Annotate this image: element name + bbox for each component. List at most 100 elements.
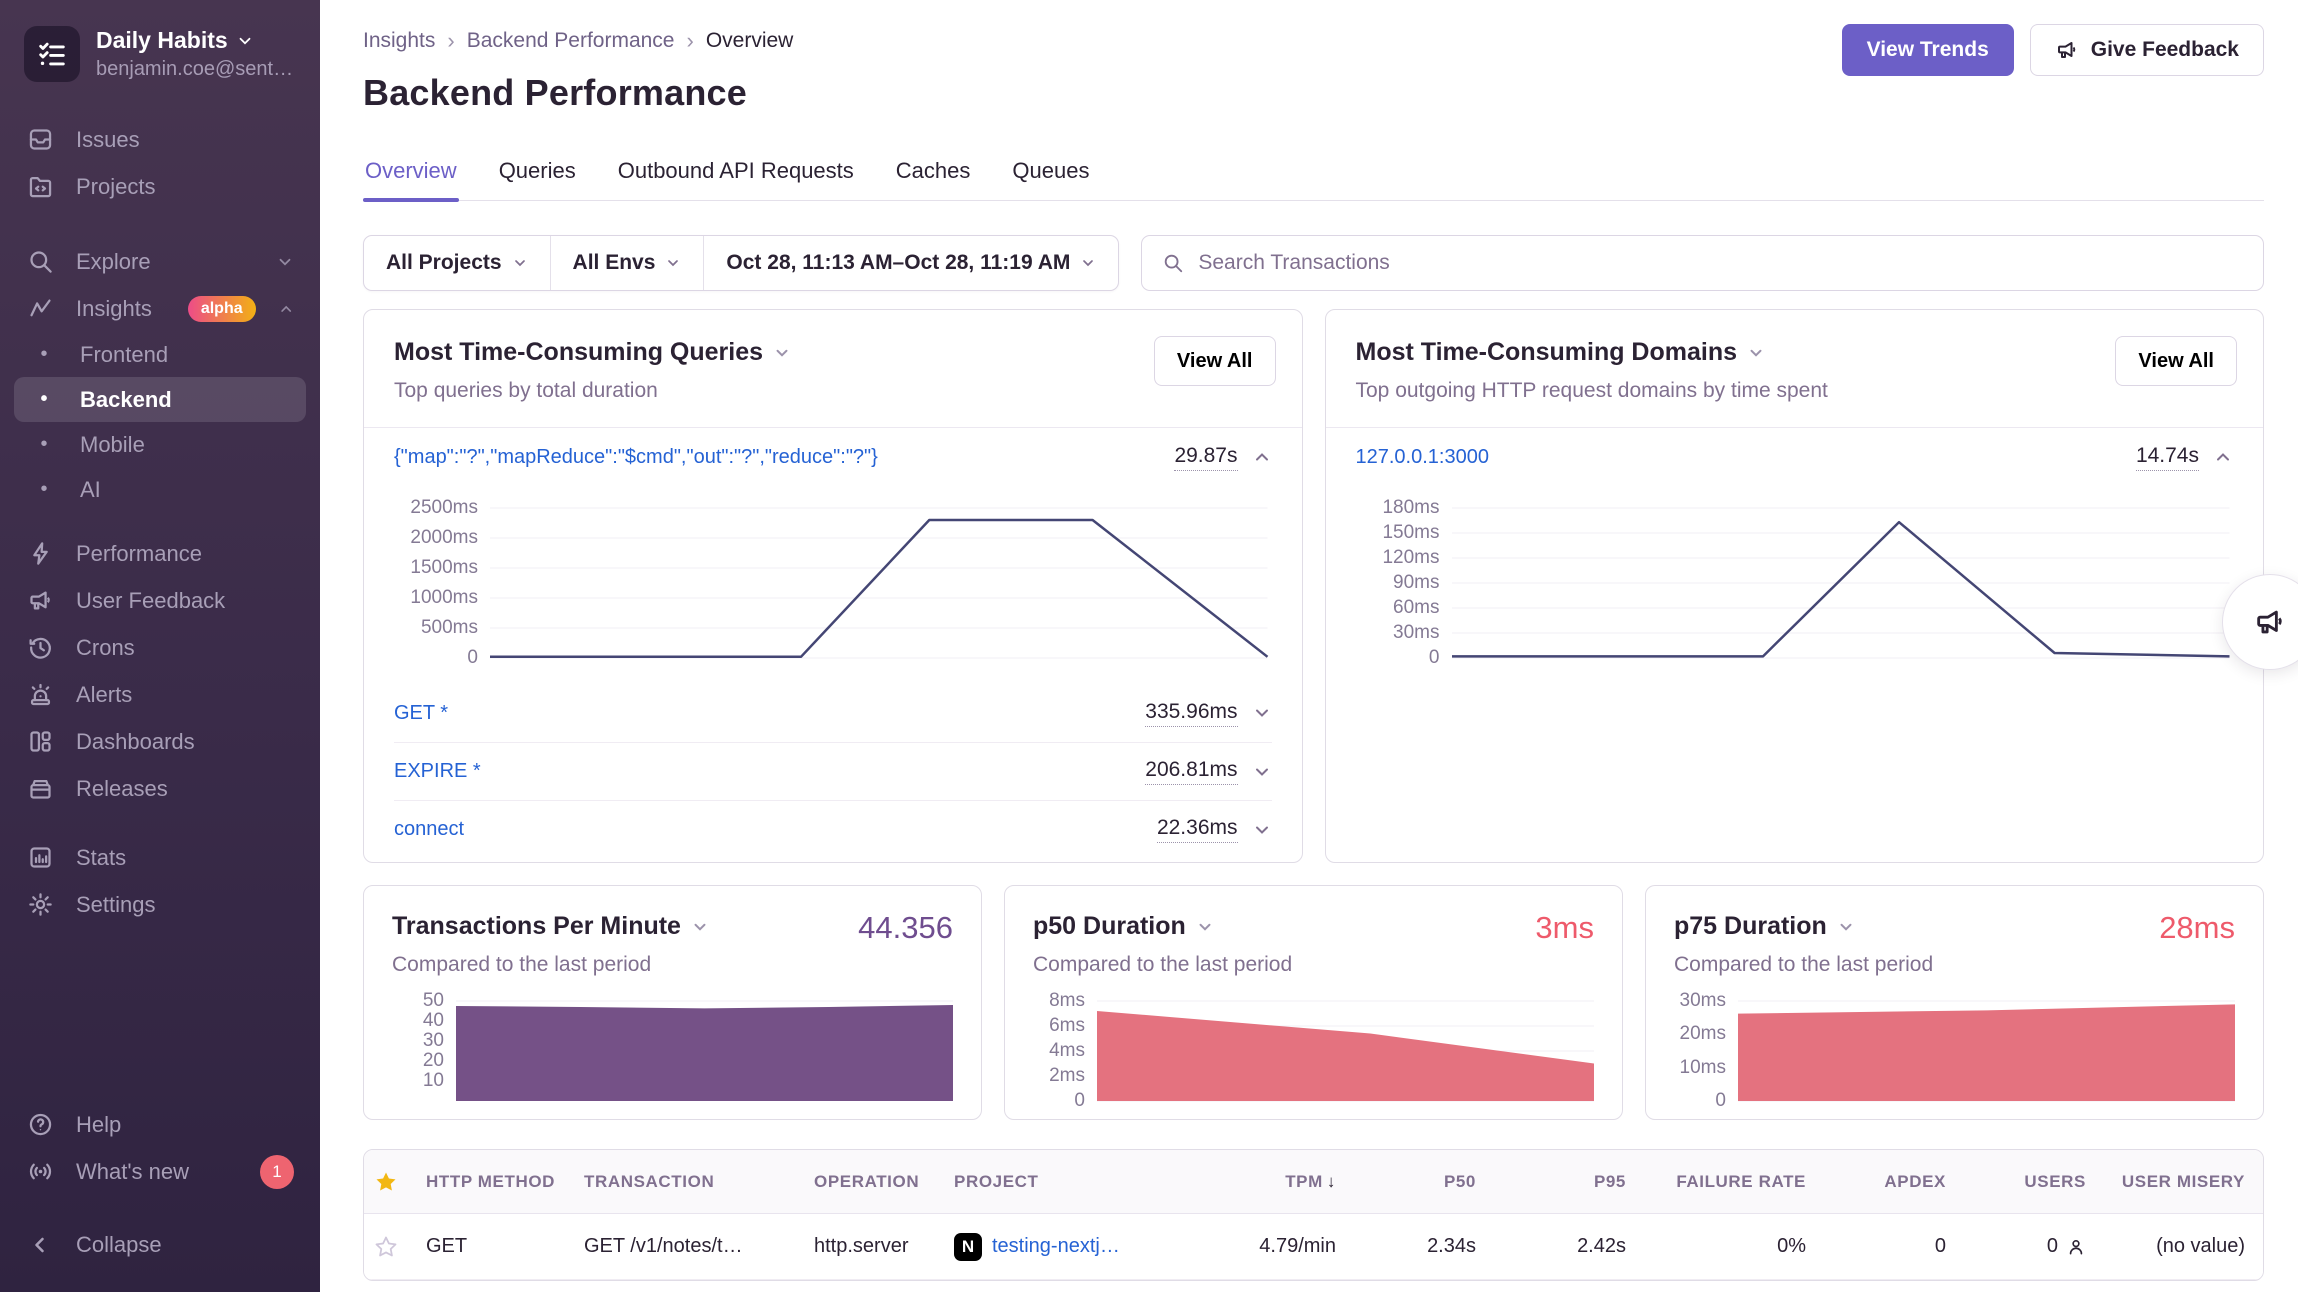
view-all-button[interactable]: View All <box>1154 336 1276 386</box>
transactions-table: HTTP METHOD TRANSACTION OPERATION PROJEC… <box>363 1149 2264 1281</box>
chevron-left-icon <box>26 1233 54 1257</box>
cell-apdex: 0 <box>1824 1235 1964 1258</box>
view-trends-label: View Trends <box>1867 38 1989 62</box>
chevron-up-icon[interactable] <box>2213 447 2233 467</box>
sidebar-item-releases[interactable]: Releases <box>0 765 320 812</box>
sidebar-item-whats-new[interactable]: What's new 1 <box>0 1148 320 1195</box>
sidebar-item-projects[interactable]: Projects <box>0 163 320 210</box>
domains-duration-chart: 180ms150ms120ms90ms60ms30ms0 <box>1356 508 2230 658</box>
clock-icon <box>26 634 54 661</box>
broadcast-icon <box>26 1158 54 1185</box>
chevron-down-icon[interactable] <box>1747 344 1765 362</box>
tpm-chart: 5040302010 <box>392 1001 953 1101</box>
col-users[interactable]: USERS <box>1964 1172 2104 1192</box>
sidebar-item-alerts[interactable]: Alerts <box>0 671 320 718</box>
chevron-down-icon[interactable] <box>691 918 709 936</box>
environment-filter-label: All Envs <box>573 251 656 275</box>
sidebar-item-dashboards[interactable]: Dashboards <box>0 718 320 765</box>
tab-outbound-api-requests[interactable]: Outbound API Requests <box>616 148 856 200</box>
sidebar-item-label: Insights <box>76 296 152 322</box>
col-project[interactable]: PROJECT <box>954 1172 1194 1192</box>
sidebar-item-label: Mobile <box>80 432 145 458</box>
star-outline-icon[interactable] <box>374 1235 398 1259</box>
tab-queries[interactable]: Queries <box>497 148 578 200</box>
tab-queues[interactable]: Queues <box>1010 148 1091 200</box>
col-tpm[interactable]: TPM↓ <box>1194 1172 1354 1192</box>
cell-operation: http.server <box>814 1235 954 1258</box>
bullet-icon: • <box>30 433 58 456</box>
col-user-misery[interactable]: USER MISERY <box>2104 1172 2263 1192</box>
sidebar-item-label: Dashboards <box>76 729 195 755</box>
star-icon[interactable] <box>374 1170 398 1194</box>
card-title: p50 Duration <box>1033 912 1186 941</box>
sidebar-item-label: Crons <box>76 635 135 661</box>
sidebar-item-insights[interactable]: Insights alpha <box>0 285 320 332</box>
chevron-down-icon[interactable] <box>1196 918 1214 936</box>
chevron-down-icon[interactable] <box>773 344 791 362</box>
sidebar-item-help[interactable]: Help <box>0 1101 320 1148</box>
sidebar-item-performance[interactable]: Performance <box>0 530 320 577</box>
view-trends-button[interactable]: View Trends <box>1842 24 2014 76</box>
sidebar-item-settings[interactable]: Settings <box>0 881 320 928</box>
cell-project-link[interactable]: testing-nextj… <box>992 1235 1120 1258</box>
col-http-method[interactable]: HTTP METHOD <box>426 1172 584 1192</box>
sidebar-item-mobile[interactable]: • Mobile <box>0 422 320 467</box>
view-all-button[interactable]: View All <box>2115 336 2237 386</box>
breadcrumb-insights[interactable]: Insights <box>363 29 435 53</box>
col-apdex[interactable]: APDEX <box>1824 1172 1964 1192</box>
transaction-search[interactable] <box>1141 235 2264 291</box>
query-link[interactable]: {"map":"?","mapReduce":"$cmd","out":"?",… <box>394 446 878 469</box>
breadcrumb-separator: › <box>686 28 693 54</box>
chevron-down-icon[interactable] <box>1837 918 1855 936</box>
environment-filter[interactable]: All Envs <box>550 236 704 290</box>
domain-link[interactable]: 127.0.0.1:3000 <box>1356 446 1489 469</box>
sort-desc-icon: ↓ <box>1327 1172 1336 1191</box>
query-duration: 22.36ms <box>1157 816 1238 843</box>
col-p95[interactable]: P95 <box>1494 1172 1644 1192</box>
cell-transaction-link[interactable]: GET /v1/notes/t… <box>584 1235 814 1258</box>
tab-overview[interactable]: Overview <box>363 148 459 200</box>
query-link[interactable]: GET * <box>394 702 448 725</box>
cell-tpm: 4.79/min <box>1194 1235 1354 1258</box>
main-content: Insights › Backend Performance › Overvie… <box>320 0 2298 1292</box>
tab-caches[interactable]: Caches <box>894 148 973 200</box>
sidebar-item-label: Projects <box>76 174 155 200</box>
search-icon <box>1162 252 1184 274</box>
project-filter[interactable]: All Projects <box>364 236 550 290</box>
sidebar-item-backend[interactable]: • Backend <box>14 377 306 422</box>
chevron-down-icon[interactable] <box>1252 762 1272 782</box>
bullet-icon: • <box>30 343 58 366</box>
col-transaction[interactable]: TRANSACTION <box>584 1172 814 1192</box>
breadcrumb-backend-performance[interactable]: Backend Performance <box>467 29 675 53</box>
sidebar-collapse-button[interactable]: Collapse <box>0 1221 320 1268</box>
query-link[interactable]: connect <box>394 818 464 841</box>
sidebar-item-explore[interactable]: Explore <box>0 238 320 285</box>
sidebar-item-ai[interactable]: • AI <box>0 467 320 512</box>
sidebar-item-stats[interactable]: Stats <box>0 834 320 881</box>
give-feedback-button[interactable]: Give Feedback <box>2030 24 2264 76</box>
tpm-value: 44.356 <box>858 910 953 946</box>
search-input[interactable] <box>1198 251 2243 275</box>
sidebar-item-label: Alerts <box>76 682 132 708</box>
col-p50[interactable]: P50 <box>1354 1172 1494 1192</box>
sidebar-item-frontend[interactable]: • Frontend <box>0 332 320 377</box>
chevron-down-icon[interactable] <box>1252 703 1272 723</box>
sidebar-item-label: Settings <box>76 892 156 918</box>
query-link[interactable]: EXPIRE * <box>394 760 481 783</box>
sidebar-item-label: AI <box>80 477 101 503</box>
sidebar-item-label: Explore <box>76 249 151 275</box>
cell-user-misery: (no value) <box>2104 1235 2263 1258</box>
sidebar-item-crons[interactable]: Crons <box>0 624 320 671</box>
col-failure-rate[interactable]: FAILURE RATE <box>1644 1172 1824 1192</box>
chevron-up-icon <box>278 300 294 318</box>
org-name: Daily Habits <box>96 27 228 54</box>
org-switcher[interactable]: Daily Habits benjamin.coe@sent… <box>0 26 320 82</box>
date-range-filter[interactable]: Oct 28, 11:13 AM–Oct 28, 11:19 AM <box>703 236 1118 290</box>
org-logo-icon <box>24 26 80 82</box>
sidebar-item-user-feedback[interactable]: User Feedback <box>0 577 320 624</box>
bar-chart-icon <box>26 844 54 871</box>
col-operation[interactable]: OPERATION <box>814 1172 954 1192</box>
chevron-down-icon[interactable] <box>1252 820 1272 840</box>
sidebar-item-issues[interactable]: Issues <box>0 116 320 163</box>
chevron-up-icon[interactable] <box>1252 447 1272 467</box>
